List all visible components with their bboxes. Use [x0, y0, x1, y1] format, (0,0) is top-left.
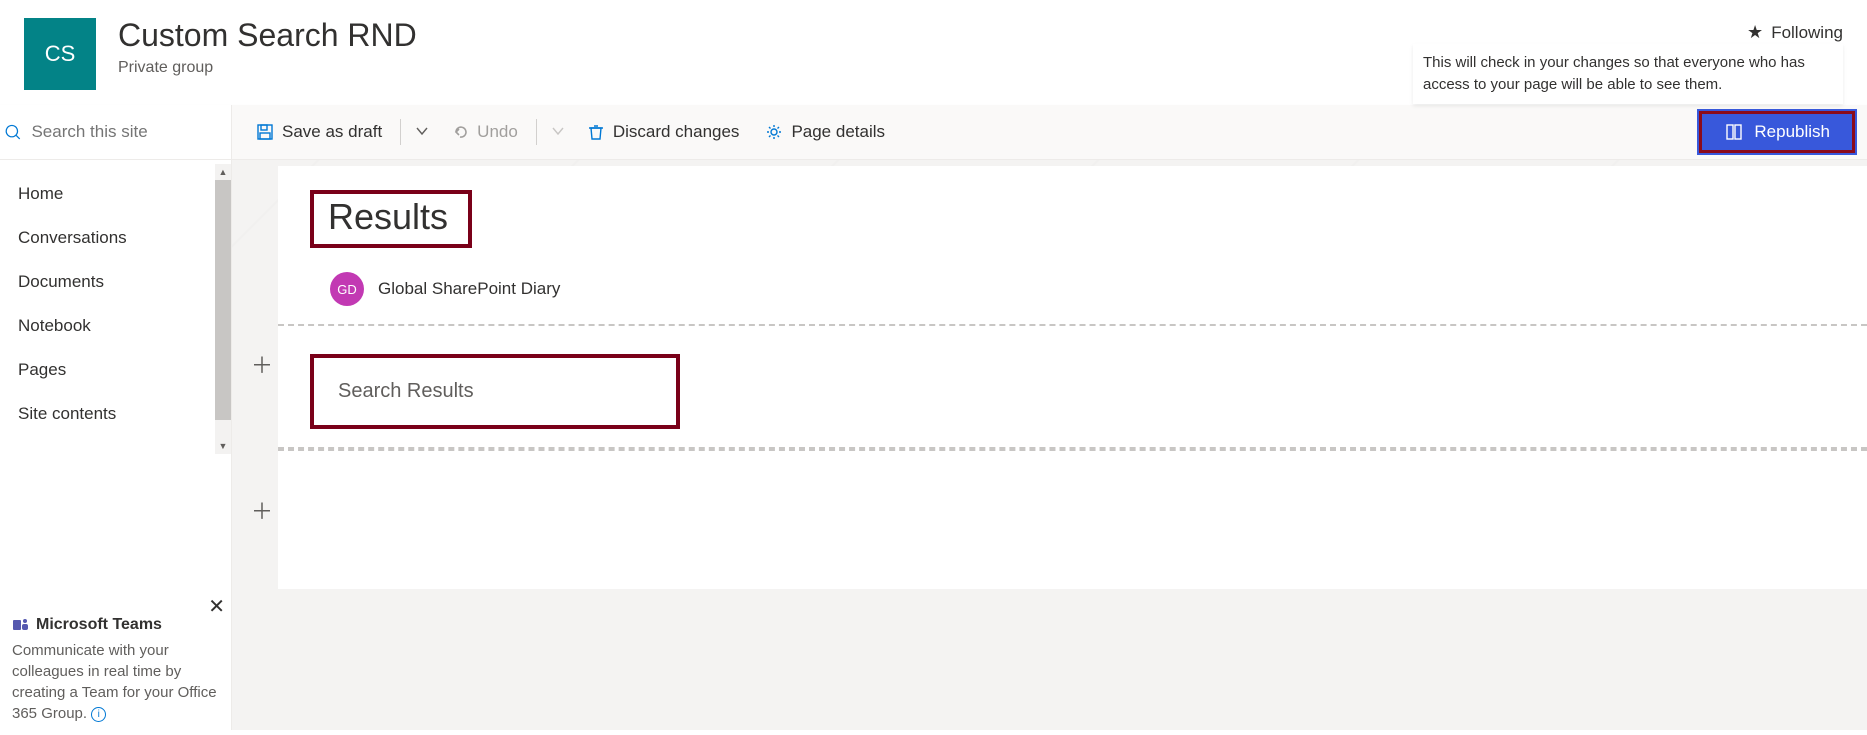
teams-callout: ✕ Microsoft Teams Communicate with your … [0, 604, 231, 730]
pagedetails-label: Page details [791, 122, 885, 142]
blank-band [278, 549, 1867, 589]
book-icon [1724, 122, 1744, 142]
separator [400, 119, 401, 145]
author-name[interactable]: Global SharePoint Diary [378, 279, 560, 299]
left-sidebar: Home Conversations Documents Notebook Pa… [0, 105, 232, 730]
undo-icon [451, 123, 469, 141]
nav-item-home[interactable]: Home [0, 172, 231, 216]
search-results-label: Search Results [338, 380, 652, 403]
search-input[interactable] [31, 122, 221, 142]
teams-body-text: Communicate with your colleagues in real… [12, 642, 217, 722]
site-header: CS Custom Search RND Private group ★ Fol… [0, 0, 1867, 105]
chevron-down-icon [551, 124, 565, 138]
nav-item-sitecontents[interactable]: Site contents [0, 392, 231, 436]
site-title: Custom Search RND [118, 18, 417, 53]
scroll-down-icon[interactable]: ▼ [215, 438, 231, 454]
site-subtitle: Private group [118, 59, 417, 77]
discard-icon [587, 123, 605, 141]
save-icon [256, 123, 274, 141]
avatar-initials: GD [337, 282, 357, 297]
following-label: Following [1771, 23, 1843, 43]
scroll-up-icon[interactable]: ▲ [215, 164, 231, 180]
separator [536, 119, 537, 145]
gear-icon [765, 123, 783, 141]
teams-body: Communicate with your colleagues in real… [12, 640, 219, 724]
chevron-down-icon [415, 124, 429, 138]
author-row: GD Global SharePoint Diary [330, 272, 1817, 306]
republish-button[interactable]: Republish [1699, 111, 1855, 153]
discard-changes-button[interactable]: Discard changes [577, 116, 750, 148]
site-logo: CS [24, 18, 96, 90]
avatar[interactable]: GD [330, 272, 364, 306]
nav-scrollbar[interactable]: ▲ ▼ [215, 164, 231, 454]
canvas: ＋ ＋ Results GD Global SharePoint Diary [232, 160, 1867, 730]
page-card: Results GD Global SharePoint Diary Searc… [278, 166, 1867, 589]
page-details-button[interactable]: Page details [755, 116, 895, 148]
star-icon: ★ [1747, 22, 1763, 43]
undo-dropdown[interactable] [545, 118, 571, 147]
site-logo-initials: CS [45, 41, 76, 67]
nav-list: Home Conversations Documents Notebook Pa… [0, 160, 231, 436]
republish-tooltip: This will check in your changes so that … [1413, 44, 1843, 104]
nav-item-documents[interactable]: Documents [0, 260, 231, 304]
add-section-rail: ＋ ＋ [242, 160, 278, 730]
add-section-button[interactable]: ＋ [248, 496, 276, 524]
empty-section[interactable] [278, 449, 1867, 509]
scroll-thumb[interactable] [215, 180, 231, 420]
teams-title-row: Microsoft Teams [12, 616, 219, 634]
republish-label: Republish [1754, 122, 1830, 142]
search-row[interactable] [0, 105, 231, 160]
add-section-button[interactable]: ＋ [248, 350, 276, 378]
nav-item-notebook[interactable]: Notebook [0, 304, 231, 348]
search-icon [4, 122, 21, 142]
site-titleblock: Custom Search RND Private group [118, 18, 417, 77]
main-column: Save as draft Undo Discard changes Page … [232, 105, 1867, 730]
republish-tooltip-text: This will check in your changes so that … [1423, 54, 1805, 93]
command-bar: Save as draft Undo Discard changes Page … [232, 105, 1867, 160]
discard-label: Discard changes [613, 122, 740, 142]
search-results-highlight-box: Search Results [310, 354, 680, 429]
nav-item-pages[interactable]: Pages [0, 348, 231, 392]
nav-scroll: Home Conversations Documents Notebook Pa… [0, 160, 231, 604]
nav-item-conversations[interactable]: Conversations [0, 216, 231, 260]
teams-icon [12, 616, 30, 634]
undo-button[interactable]: Undo [441, 116, 528, 148]
save-label: Save as draft [282, 122, 382, 142]
search-results-section[interactable]: Search Results [278, 324, 1867, 449]
results-highlight-box: Results [310, 190, 472, 248]
following-button[interactable]: ★ Following [1747, 18, 1843, 43]
title-section[interactable]: Results GD Global SharePoint Diary [278, 166, 1867, 324]
teams-title: Microsoft Teams [36, 616, 162, 634]
save-as-draft-button[interactable]: Save as draft [246, 116, 392, 148]
close-icon[interactable]: ✕ [208, 594, 225, 619]
save-dropdown[interactable] [409, 118, 435, 147]
page-title[interactable]: Results [328, 196, 448, 238]
info-icon[interactable]: i [91, 707, 106, 722]
undo-label: Undo [477, 122, 518, 142]
